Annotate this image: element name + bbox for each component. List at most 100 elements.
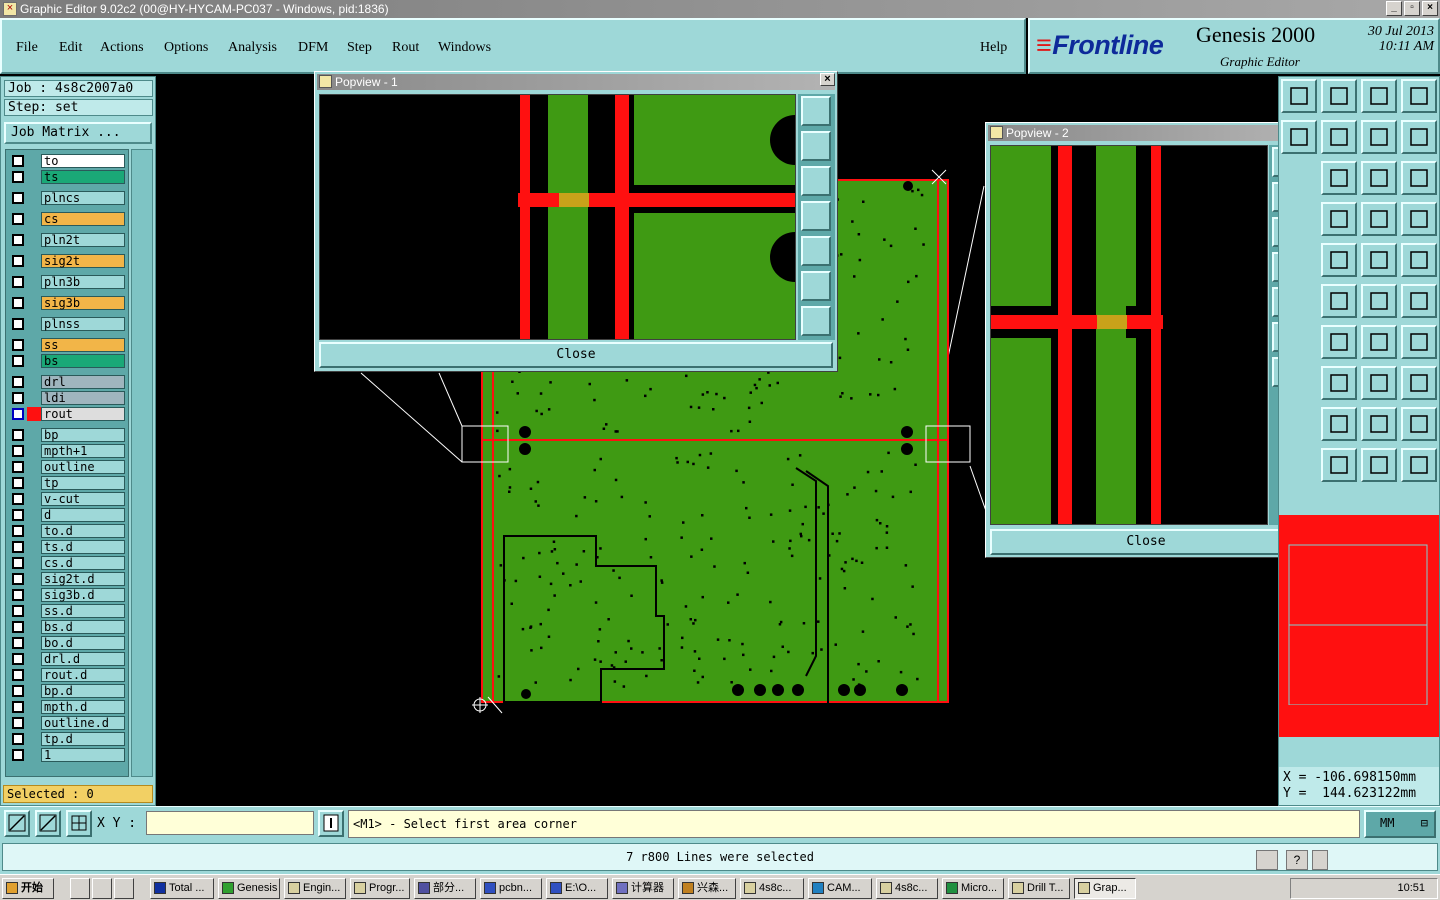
layer-row-drl[interactable]: drl <box>9 375 126 389</box>
layer-row-sig3b-d[interactable]: sig3b.d <box>9 588 126 602</box>
layer-checkbox[interactable] <box>12 276 24 288</box>
popview-2-window[interactable]: Popview - 2 × Close <box>985 122 1307 558</box>
close-window-button[interactable]: × <box>1422 1 1438 16</box>
triangle-alt-icon[interactable] <box>1361 407 1397 441</box>
layer-checkbox[interactable] <box>12 717 24 729</box>
layer-checkbox[interactable] <box>12 171 24 183</box>
layer-row-cs[interactable]: cs <box>9 212 126 226</box>
popview-2-close-button[interactable]: Close <box>990 529 1302 555</box>
shapes-icon[interactable] <box>1401 366 1437 400</box>
layer-row-ldi[interactable]: ldi <box>9 391 126 405</box>
taskbar-item[interactable]: pcbn... <box>480 878 542 899</box>
compare-icon[interactable] <box>1361 120 1397 154</box>
move-icon[interactable] <box>1321 366 1357 400</box>
layer-checkbox[interactable] <box>12 669 24 681</box>
layer-checkbox[interactable] <box>12 509 24 521</box>
menu-step[interactable]: Step <box>347 40 372 56</box>
taskbar-item[interactable]: 兴森... <box>678 878 736 899</box>
layer-row-plnss[interactable]: plnss <box>9 317 126 331</box>
layer-row-v-cut[interactable]: v-cut <box>9 492 126 506</box>
layer-row-drl-d[interactable]: drl.d <box>9 652 126 666</box>
minimize-button[interactable]: _ <box>1386 1 1402 16</box>
layer-row-tp[interactable]: tp <box>9 476 126 490</box>
layer-checkbox[interactable] <box>12 255 24 267</box>
layer-row-pln2t[interactable]: pln2t <box>9 233 126 247</box>
snap-mode-button[interactable] <box>4 810 30 837</box>
start-button[interactable]: 开始 <box>2 878 54 899</box>
layer-checkbox[interactable] <box>12 155 24 167</box>
save-icon[interactable] <box>1321 79 1357 113</box>
zoom-ratio-icon[interactable] <box>1361 161 1397 195</box>
window-titlebar[interactable]: × Graphic Editor 9.02c2 (00@HY-HYCAM-PC0… <box>0 0 1440 18</box>
text-tool-icon[interactable] <box>1401 325 1437 359</box>
layer-checkbox[interactable] <box>12 653 24 665</box>
layer-checkbox[interactable] <box>12 557 24 569</box>
overview-map[interactable] <box>1279 515 1439 737</box>
layer-row-bs-d[interactable]: bs.d <box>9 620 126 634</box>
layer-checkbox[interactable] <box>12 477 24 489</box>
taskbar-item[interactable]: Genesis <box>218 878 280 899</box>
layer-row-cs-d[interactable]: cs.d <box>9 556 126 570</box>
layer-row-bs[interactable]: bs <box>9 354 126 368</box>
popview-center-button[interactable] <box>801 306 831 336</box>
menu-file[interactable]: File <box>16 40 38 56</box>
layer-row-rout[interactable]: rout <box>9 407 126 421</box>
popview-pan-down-button[interactable] <box>801 166 831 196</box>
layer-checkbox[interactable] <box>12 318 24 330</box>
layer-row-sig2t[interactable]: sig2t <box>9 254 126 268</box>
taskbar-item[interactable]: CAM... <box>808 878 872 899</box>
taskbar-item[interactable]: Total ... <box>150 878 214 899</box>
layer-row-1[interactable]: 1 <box>9 748 126 762</box>
layer-row-plncs[interactable]: plncs <box>9 191 126 205</box>
layer-checkbox[interactable] <box>12 429 24 441</box>
layer-row-outline-d[interactable]: outline.d <box>9 716 126 730</box>
layer-checkbox[interactable] <box>12 408 24 420</box>
layer-row-to[interactable]: to <box>9 154 126 168</box>
quick-launch-icon[interactable] <box>92 878 112 899</box>
layer-checkbox[interactable] <box>12 589 24 601</box>
spin-icon[interactable] <box>1312 850 1328 870</box>
split-icon[interactable] <box>1401 284 1437 318</box>
xy-input[interactable] <box>146 811 314 835</box>
menu-rout[interactable]: Rout <box>392 40 419 56</box>
quick-launch-icon[interactable] <box>70 878 90 899</box>
restore-button[interactable]: ▫ <box>1404 1 1420 16</box>
popview-1-close-x[interactable]: × <box>820 73 835 86</box>
abort-button[interactable] <box>318 810 344 837</box>
network-icon[interactable] <box>1401 448 1437 482</box>
measure-mode-button[interactable] <box>35 810 61 837</box>
quick-launch-icon[interactable] <box>114 878 134 899</box>
popview-2-titlebar[interactable]: Popview - 2 <box>988 125 1304 141</box>
layer-checkbox[interactable] <box>12 234 24 246</box>
menu-edit[interactable]: Edit <box>59 40 82 56</box>
menu-dfm[interactable]: DFM <box>298 40 328 56</box>
popview-1-window[interactable]: Popview - 1 × Close <box>314 71 838 372</box>
snap-icon[interactable] <box>1401 120 1437 154</box>
units-selector[interactable]: MM ⊟ <box>1364 810 1436 838</box>
taskbar-item[interactable]: Grap... <box>1074 878 1136 899</box>
popview-pan-left-button[interactable] <box>801 201 831 231</box>
job-matrix-button[interactable]: Job Matrix ... <box>4 122 152 144</box>
help-icon[interactable]: ? <box>1286 850 1308 870</box>
taskbar-item[interactable]: 4s8c... <box>876 878 938 899</box>
popview-pan-right-button[interactable] <box>801 236 831 266</box>
layer-row-ss-d[interactable]: ss.d <box>9 604 126 618</box>
layer-checkbox[interactable] <box>12 573 24 585</box>
connect-icon[interactable] <box>1361 284 1397 318</box>
taskbar-item[interactable]: 4s8c... <box>740 878 804 899</box>
layer-row-outline[interactable]: outline <box>9 460 126 474</box>
line-tool-icon[interactable] <box>1321 243 1357 277</box>
route-alt-icon[interactable] <box>1401 202 1437 236</box>
popview-1-titlebar[interactable]: Popview - 1 <box>317 74 835 90</box>
layer-checkbox[interactable] <box>12 685 24 697</box>
taskbar-item[interactable]: E:\O... <box>546 878 608 899</box>
select-icon[interactable] <box>1321 448 1357 482</box>
layer-checkbox[interactable] <box>12 749 24 761</box>
layer-checkbox[interactable] <box>12 392 24 404</box>
system-icon[interactable] <box>1256 850 1278 870</box>
popview-zoom-in-button[interactable] <box>801 96 831 126</box>
layer-row-ss[interactable]: ss <box>9 338 126 352</box>
layer-checkbox[interactable] <box>12 192 24 204</box>
taskbar-item[interactable]: Drill T... <box>1008 878 1070 899</box>
layer-row-bo-d[interactable]: bo.d <box>9 636 126 650</box>
